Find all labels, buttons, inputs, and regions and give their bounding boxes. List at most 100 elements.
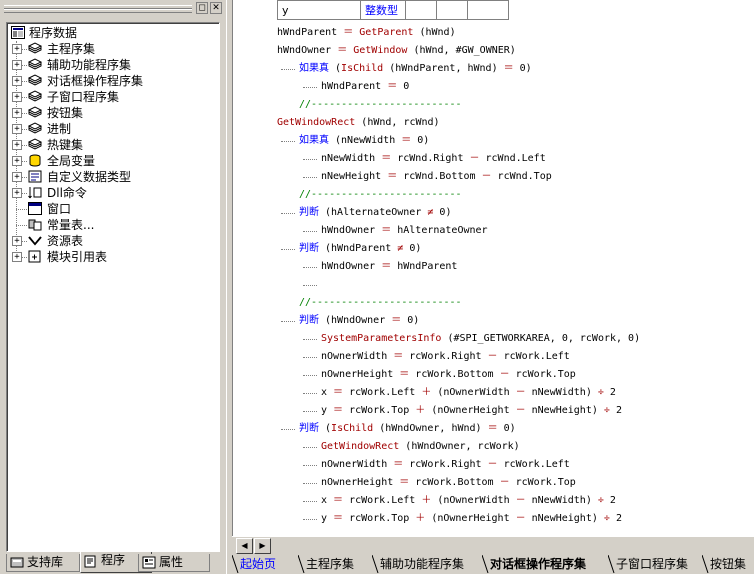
variable-table: y 整数型 [277, 0, 509, 20]
tab-divider [481, 555, 490, 574]
tab-divider [701, 555, 710, 574]
flow-connector [303, 465, 317, 466]
code-line[interactable]: nOwnerWidth ＝ rcWork.Right － rcWork.Left [321, 348, 570, 366]
editor-tab[interactable]: 起始页 [240, 555, 276, 573]
code-line[interactable]: hWndOwner ＝ GetWindow (hWnd, #GW_OWNER) [277, 42, 516, 60]
flow-connector [303, 159, 317, 160]
table-cell[interactable] [467, 0, 509, 20]
code-line[interactable]: hWndParent ＝ 0 [321, 78, 409, 96]
tab-support-library-label: 支持库 [27, 555, 64, 569]
tree-connector [21, 193, 27, 194]
tree-root-label: 程序数据 [29, 26, 78, 40]
tree-item-label: 热键集 [47, 138, 84, 152]
tree-item-label: 自定义数据类型 [47, 170, 132, 184]
tree-item-label: 对话框操作程序集 [47, 74, 144, 88]
tab-divider [607, 555, 616, 574]
flow-connector [303, 375, 317, 376]
code-line[interactable]: nNewHeight ＝ rcWnd.Bottom － rcWnd.Top [321, 168, 552, 186]
code-line[interactable]: 如果真 (IsChild (hWndParent, hWnd) ＝ 0) [299, 60, 532, 78]
flow-connector [303, 231, 317, 232]
code-line[interactable]: 如果真 (nNewWidth ＝ 0) [299, 132, 429, 150]
editor-tab[interactable]: 主程序集 [306, 555, 354, 573]
panel-header: ◻ ✕ [0, 0, 226, 18]
tree-connector [16, 41, 17, 261]
code-line[interactable]: GetWindowRect (hWnd, rcWnd) [277, 114, 440, 132]
program-data-icon [11, 26, 25, 39]
code-line[interactable]: nOwnerHeight ＝ rcWork.Bottom － rcWork.To… [321, 366, 576, 384]
code-line[interactable]: hWndParent ＝ GetParent (hWnd) [277, 24, 456, 42]
program-tree[interactable]: 程序数据 + 主程序集 + 辅助功能程序集 + 对话框操作程序集 + 子窗口程序集 + 按钮集 + 进… [6, 22, 220, 552]
tree-connector [21, 161, 27, 162]
book-icon [28, 122, 42, 134]
code-line[interactable]: nOwnerWidth ＝ rcWork.Right － rcWork.Left [321, 456, 570, 474]
book-icon [28, 90, 42, 102]
code-line[interactable]: 判断 (hWndOwner ＝ 0) [299, 312, 419, 330]
table-cell[interactable] [405, 0, 437, 20]
flow-connector [303, 267, 317, 268]
code-line[interactable]: //------------------------- [299, 186, 462, 204]
left-tabs: 支持库 程序 属性 [0, 552, 226, 574]
table-cell-name[interactable]: y [277, 0, 361, 20]
editor-tabs: 起始页主程序集辅助功能程序集对话框操作程序集子窗口程序集按钮集热键集 [230, 555, 754, 574]
tab-support-library[interactable]: 支持库 [6, 554, 80, 572]
tree-item-label: 按钮集 [47, 106, 84, 120]
flow-connector [281, 429, 295, 430]
code-line[interactable]: 判断 (hWndParent ≠ 0) [299, 240, 421, 258]
editor-tab[interactable]: 子窗口程序集 [616, 555, 688, 573]
editor-tab[interactable]: 对话框操作程序集 [490, 555, 586, 573]
tab-divider [371, 555, 380, 574]
window-icon [28, 202, 42, 215]
flow-connector [303, 339, 317, 340]
code-line[interactable]: GetWindowRect (hWndOwner, rcWork) [321, 438, 520, 456]
flow-connector [303, 411, 317, 412]
flow-connector [281, 141, 295, 142]
scroll-left-icon[interactable]: ◀ [236, 538, 253, 554]
tree-item-label: 子窗口程序集 [47, 90, 120, 104]
tree-item-label: 进制 [47, 122, 72, 136]
tree-connector [21, 257, 27, 258]
code-line[interactable]: nOwnerHeight ＝ rcWork.Bottom － rcWork.To… [321, 474, 576, 492]
code-line[interactable]: x ＝ rcWork.Left ＋ (nOwnerWidth － nNewWid… [321, 384, 616, 402]
code-line[interactable]: x ＝ rcWork.Left ＋ (nOwnerWidth － nNewWid… [321, 492, 616, 510]
constant-icon [28, 219, 42, 231]
tree-connector [21, 65, 27, 66]
code-line[interactable]: SystemParametersInfo (#SPI_GETWORKAREA, … [321, 330, 640, 348]
tree-item-label: 辅助功能程序集 [47, 58, 132, 72]
database-icon [29, 154, 41, 167]
flow-connector [281, 213, 295, 214]
flow-connector [281, 69, 295, 70]
code-line[interactable]: //------------------------- [299, 96, 462, 114]
type-icon [28, 170, 42, 183]
flow-connector [303, 483, 317, 484]
code-line[interactable]: 判断 (IsChild (hWndOwner, hWnd) ＝ 0) [299, 420, 516, 438]
program-icon [84, 555, 96, 568]
code-line[interactable]: hWndOwner ＝ hWndParent [321, 258, 457, 276]
tree-connector [21, 97, 27, 98]
horizontal-scrollbar[interactable]: ◀ ▶ [232, 536, 754, 554]
tab-properties[interactable]: 属性 [138, 554, 210, 572]
tree-connector [21, 49, 27, 50]
editor-tab[interactable]: 按钮集 [710, 555, 746, 573]
table-cell[interactable] [436, 0, 468, 20]
library-icon [10, 557, 24, 568]
code-line[interactable]: y ＝ rcWork.Top ＋ (nOwnerHeight － nNewHei… [321, 510, 622, 528]
flow-connector [281, 321, 295, 322]
scroll-right-icon[interactable]: ▶ [254, 538, 271, 554]
table-cell-type[interactable]: 整数型 [360, 0, 406, 20]
editor-tab[interactable]: 辅助功能程序集 [380, 555, 464, 573]
restore-icon[interactable]: ◻ [196, 2, 208, 14]
close-icon[interactable]: ✕ [210, 2, 222, 14]
code-line[interactable]: nNewWidth ＝ rcWnd.Right － rcWnd.Left [321, 150, 546, 168]
code-line[interactable]: y ＝ rcWork.Top ＋ (nOwnerHeight － nNewHei… [321, 402, 622, 420]
code-line[interactable]: 判断 (hAlternateOwner ≠ 0) [299, 204, 451, 222]
tree-item-label: 全局变量 [47, 154, 96, 168]
tree-item-label: 主程序集 [47, 42, 96, 56]
code-line[interactable]: //------------------------- [299, 294, 462, 312]
table-row: y 整数型 [277, 0, 509, 20]
book-icon [28, 42, 42, 54]
code-line[interactable]: hWndOwner ＝ hAlternateOwner [321, 222, 488, 240]
panel-grip-lower [4, 9, 192, 13]
panel-splitter[interactable] [226, 0, 231, 574]
code-editor[interactable]: y 整数型 hWndParent ＝ GetParent (hWnd) hWndO… [232, 0, 754, 536]
tree-connector [21, 177, 27, 178]
